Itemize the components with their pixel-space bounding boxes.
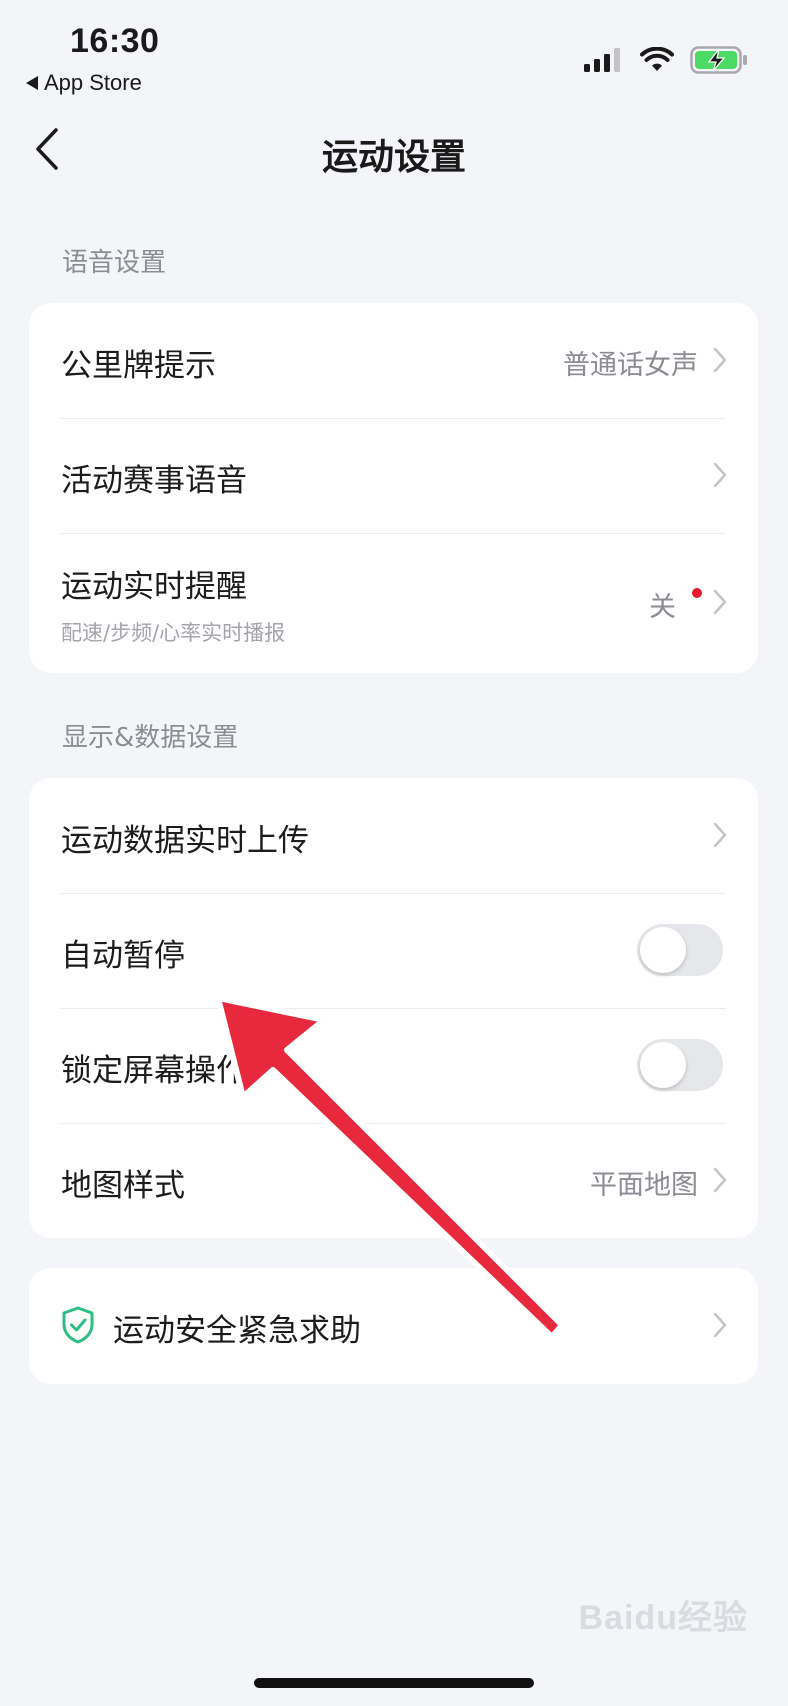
status-time: 16:30 (70, 22, 160, 60)
row-value: 普通话女声 (563, 350, 698, 381)
row-title: 锁定屏幕操作 (61, 1053, 247, 1089)
card-voice-settings: 公里牌提示 普通话女声 活动赛事语音 运动实时提醒 配速/步频/心率实时播报 关 (29, 303, 758, 673)
auto-pause-toggle[interactable] (637, 924, 723, 976)
row-auto-pause: 自动暂停 (29, 893, 758, 1008)
row-title: 运动安全紧急求助 (113, 1313, 361, 1349)
battery-charging-icon (690, 46, 747, 74)
shield-check-icon (62, 1306, 94, 1344)
cellular-signal-icon (584, 48, 620, 72)
card-safety: 运动安全紧急求助 (29, 1268, 758, 1384)
watermark: Baidu经验 (578, 1599, 748, 1637)
home-indicator[interactable] (254, 1678, 534, 1688)
row-km-prompt[interactable]: 公里牌提示 普通话女声 (29, 303, 758, 418)
back-to-app-link[interactable]: App Store (26, 70, 142, 96)
toggle-knob (640, 1042, 686, 1088)
row-value: 关 (649, 592, 676, 623)
lock-screen-toggle[interactable] (637, 1039, 723, 1091)
row-title: 运动数据实时上传 (61, 823, 309, 859)
row-title: 活动赛事语音 (61, 463, 247, 499)
red-dot-badge (692, 588, 702, 598)
chevron-right-icon (713, 1312, 727, 1338)
page-title: 运动设置 (321, 137, 466, 178)
back-app-label: App Store (44, 70, 142, 95)
row-title: 运动实时提醒 (61, 569, 247, 605)
row-title: 公里牌提示 (61, 348, 216, 384)
chevron-right-icon (713, 347, 727, 373)
row-emergency-help[interactable]: 运动安全紧急求助 (29, 1268, 758, 1383)
card-display-data-settings: 运动数据实时上传 自动暂停 锁定屏幕操作 地图样式 平面地图 (29, 778, 758, 1238)
section-label-voice: 语音设置 (62, 248, 167, 278)
toggle-knob (640, 927, 686, 973)
row-map-style[interactable]: 地图样式 平面地图 (29, 1123, 758, 1238)
wifi-icon (640, 47, 674, 71)
chevron-right-icon (713, 822, 727, 848)
status-bar: 16:30 App Store (0, 0, 788, 110)
nav-bar: 运动设置 (0, 110, 788, 190)
status-icons (584, 46, 748, 74)
row-realtime-reminder[interactable]: 运动实时提醒 配速/步频/心率实时播报 关 (29, 533, 758, 673)
row-title: 自动暂停 (61, 938, 185, 974)
section-label-display-data: 显示&数据设置 (62, 723, 239, 753)
back-triangle-icon (26, 76, 38, 90)
row-lock-screen: 锁定屏幕操作 (29, 1008, 758, 1123)
row-value: 平面地图 (590, 1170, 698, 1201)
row-title: 地图样式 (61, 1168, 185, 1204)
chevron-right-icon (713, 1167, 727, 1193)
row-event-voice[interactable]: 活动赛事语音 (29, 418, 758, 533)
chevron-right-icon (713, 589, 727, 615)
row-subtitle: 配速/步频/心率实时播报 (61, 621, 286, 645)
chevron-right-icon (713, 462, 727, 488)
row-realtime-upload[interactable]: 运动数据实时上传 (29, 778, 758, 893)
